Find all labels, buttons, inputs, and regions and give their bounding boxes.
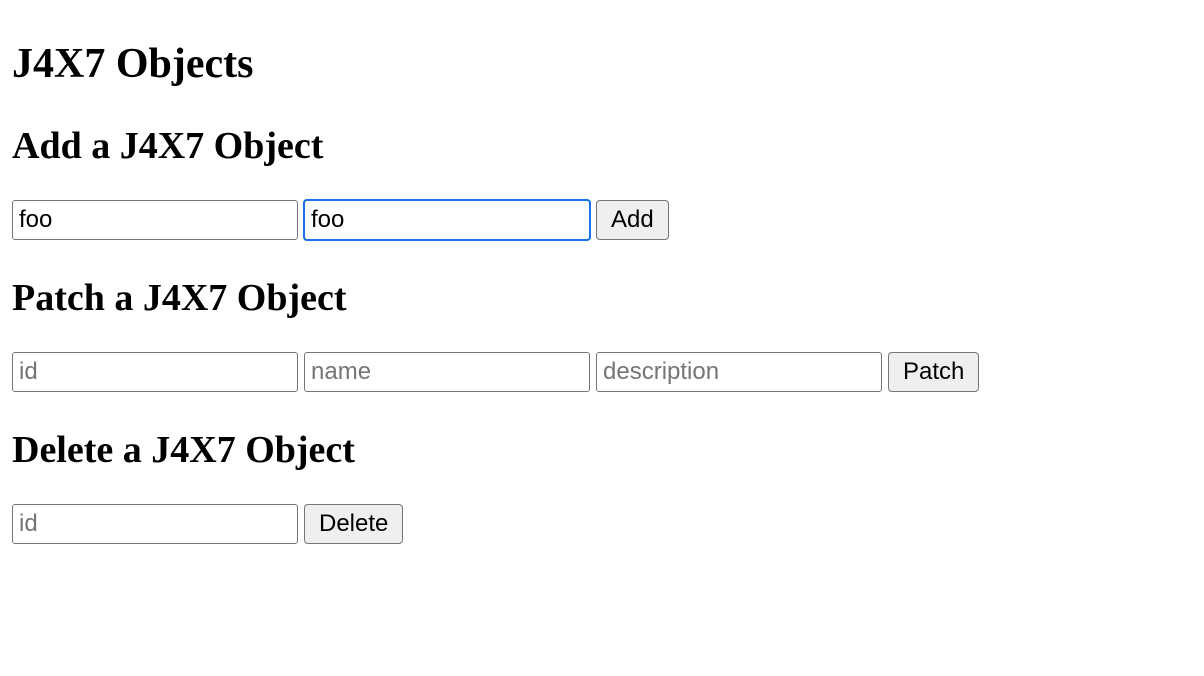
patch-button[interactable]: Patch xyxy=(888,352,979,392)
add-name-input[interactable] xyxy=(12,200,298,240)
add-heading: Add a J4X7 Object xyxy=(12,124,1192,168)
patch-name-input[interactable] xyxy=(304,352,590,392)
page-title: J4X7 Objects xyxy=(12,40,1192,88)
patch-id-input[interactable] xyxy=(12,352,298,392)
delete-button[interactable]: Delete xyxy=(304,504,403,544)
delete-form: Delete xyxy=(12,504,1192,544)
delete-id-input[interactable] xyxy=(12,504,298,544)
patch-description-input[interactable] xyxy=(596,352,882,392)
patch-heading: Patch a J4X7 Object xyxy=(12,276,1192,320)
delete-heading: Delete a J4X7 Object xyxy=(12,428,1192,472)
patch-form: Patch xyxy=(12,352,1192,392)
add-button[interactable]: Add xyxy=(596,200,669,240)
add-form: Add xyxy=(12,200,1192,240)
add-description-input[interactable] xyxy=(304,200,590,240)
